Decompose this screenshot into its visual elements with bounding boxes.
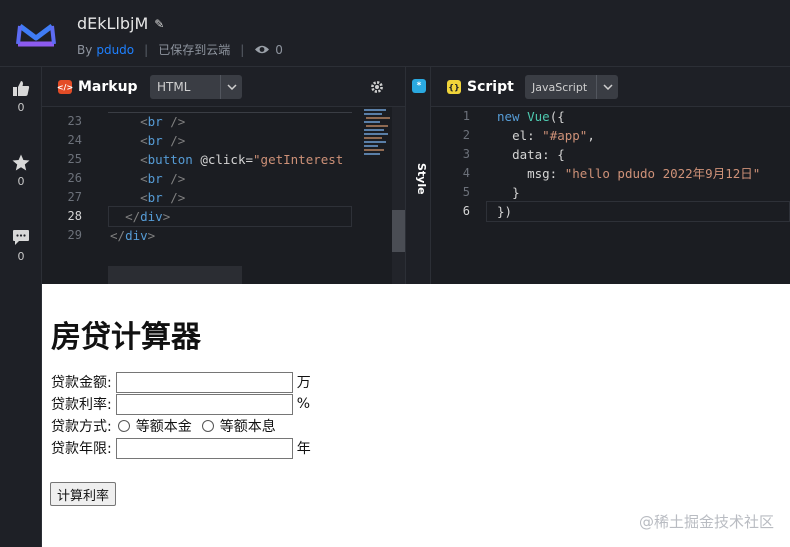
script-line-number: 1 bbox=[462, 109, 470, 123]
script-code-line: } bbox=[512, 185, 520, 200]
loan-years-unit: 年 bbox=[296, 441, 311, 457]
script-language-value: JavaScript bbox=[532, 80, 588, 94]
script-code-line: el: "#app", bbox=[512, 128, 595, 143]
loan-years-row: 贷款年限: 年 bbox=[51, 437, 311, 459]
edit-pencil-icon[interactable]: ✎ bbox=[154, 17, 164, 31]
like-count: 0 bbox=[17, 101, 25, 114]
markup-line-number: 27 bbox=[67, 190, 82, 204]
result-preview: 房贷计算器 贷款金额: 万 贷款利率: % 贷款方式: 等额本金 等额本息 贷款… bbox=[42, 284, 790, 547]
loan-rate-unit: % bbox=[296, 396, 311, 412]
markup-pane-header: </> Markup HTML bbox=[42, 67, 405, 107]
scrollbar-thumb[interactable] bbox=[392, 210, 405, 252]
loan-rate-label: 贷款利率: bbox=[51, 397, 112, 413]
loan-rate-input[interactable] bbox=[115, 393, 293, 415]
save-status: 已保存到云端 bbox=[158, 43, 231, 57]
markup-line-number: 29 bbox=[67, 228, 82, 242]
loan-amount-input[interactable] bbox=[115, 371, 293, 393]
script-language-select[interactable]: JavaScript bbox=[525, 75, 618, 99]
markup-title-text: Markup bbox=[78, 79, 138, 95]
author-link[interactable]: pdudo bbox=[96, 43, 134, 57]
script-badge-icon: {} bbox=[447, 80, 461, 94]
chevron-down-icon bbox=[220, 75, 242, 99]
markup-line-number: 24 bbox=[67, 133, 82, 147]
favorite-button[interactable]: 0 bbox=[0, 154, 42, 188]
script-line-number: 4 bbox=[462, 166, 470, 180]
style-pane-title[interactable]: Style bbox=[415, 163, 428, 195]
script-title-text: Script bbox=[467, 79, 514, 95]
method-equal-installment-label: 等额本息 bbox=[219, 419, 276, 435]
markup-line-number: 26 bbox=[67, 171, 82, 185]
favorite-count: 0 bbox=[17, 175, 25, 188]
markup-badge-icon: </> bbox=[57, 80, 73, 94]
markup-language-value: HTML bbox=[157, 80, 191, 94]
markup-code-line: </div> bbox=[125, 209, 171, 224]
markup-code-line: <br /> bbox=[140, 114, 186, 129]
like-button[interactable]: 0 bbox=[0, 80, 42, 114]
markup-scrollbar[interactable] bbox=[392, 107, 405, 284]
style-badge-icon: * bbox=[412, 79, 426, 93]
view-count-value: 0 bbox=[275, 42, 283, 57]
script-line-number: 3 bbox=[462, 147, 470, 161]
script-code-line: new Vue({ bbox=[497, 109, 565, 124]
markup-language-select[interactable]: HTML bbox=[150, 75, 242, 99]
script-pane-title: {} Script bbox=[447, 79, 514, 95]
loan-years-label: 贷款年限: bbox=[51, 441, 112, 457]
script-code-line: data: { bbox=[512, 147, 565, 162]
watermark: @稀土掘金技术社区 bbox=[638, 513, 774, 531]
loan-method-row: 贷款方式: 等额本金 等额本息 bbox=[51, 415, 276, 437]
comment-icon bbox=[13, 230, 29, 245]
loan-amount-label: 贷款金额: bbox=[51, 375, 112, 391]
left-sidebar: 0 0 0 bbox=[0, 67, 42, 547]
star-icon bbox=[12, 154, 30, 171]
markup-pane-title: </> Markup bbox=[57, 79, 138, 95]
markup-line-number: 28 bbox=[67, 209, 82, 223]
logo-icon[interactable] bbox=[14, 16, 58, 54]
loan-method-label: 贷款方式: bbox=[51, 419, 112, 435]
script-line-number: 2 bbox=[462, 128, 470, 142]
script-line-number: 6 bbox=[462, 204, 470, 218]
markup-line-number: 25 bbox=[67, 152, 82, 166]
thumbs-up-icon bbox=[13, 81, 30, 96]
comment-count: 0 bbox=[17, 250, 25, 263]
markup-line-number: 23 bbox=[67, 114, 82, 128]
top-header: dEkLlbjM ✎ By pdudo | 已保存到云端 | 0 bbox=[0, 0, 790, 67]
loan-amount-unit: 万 bbox=[296, 375, 311, 391]
style-pane-collapsed[interactable]: * Style bbox=[405, 67, 431, 284]
project-meta: By pdudo | 已保存到云端 | 0 bbox=[77, 41, 283, 58]
markup-code-line: <br /> bbox=[140, 190, 186, 205]
script-editor[interactable] bbox=[431, 107, 790, 284]
meta-divider: | bbox=[240, 42, 245, 57]
script-code-line: msg: "hello pdudo 2022年9月12日" bbox=[527, 166, 761, 181]
meta-divider: | bbox=[144, 42, 149, 57]
loan-years-input[interactable] bbox=[115, 437, 293, 459]
script-code-line: }) bbox=[497, 204, 513, 219]
method-equal-principal-label: 等额本金 bbox=[135, 419, 192, 435]
markup-code-line: <button @click="getInterest bbox=[140, 152, 344, 167]
calculator-heading: 房贷计算器 bbox=[51, 320, 201, 355]
loan-rate-row: 贷款利率: % bbox=[51, 393, 310, 415]
markup-code-line: </div> bbox=[110, 228, 156, 243]
project-title[interactable]: dEkLlbjM bbox=[77, 14, 148, 33]
view-count: 0 bbox=[254, 43, 283, 57]
gear-icon[interactable] bbox=[370, 80, 384, 94]
minimap[interactable] bbox=[352, 107, 392, 284]
markup-code-line: <br /> bbox=[140, 171, 186, 186]
script-pane-header: {} Script JavaScript bbox=[431, 67, 790, 107]
comment-button[interactable]: 0 bbox=[0, 229, 42, 263]
method-equal-principal-radio[interactable] bbox=[117, 420, 130, 432]
eye-icon bbox=[255, 45, 270, 54]
calculate-button[interactable]: 计算利率 bbox=[50, 482, 117, 506]
markup-code-line: <br /> bbox=[140, 133, 186, 148]
method-equal-installment-radio[interactable] bbox=[201, 420, 214, 432]
loan-amount-row: 贷款金额: 万 bbox=[51, 371, 311, 393]
chevron-down-icon bbox=[596, 75, 618, 99]
script-line-number: 5 bbox=[462, 185, 470, 199]
by-label: By bbox=[77, 42, 93, 57]
markup-editor[interactable] bbox=[42, 107, 352, 284]
